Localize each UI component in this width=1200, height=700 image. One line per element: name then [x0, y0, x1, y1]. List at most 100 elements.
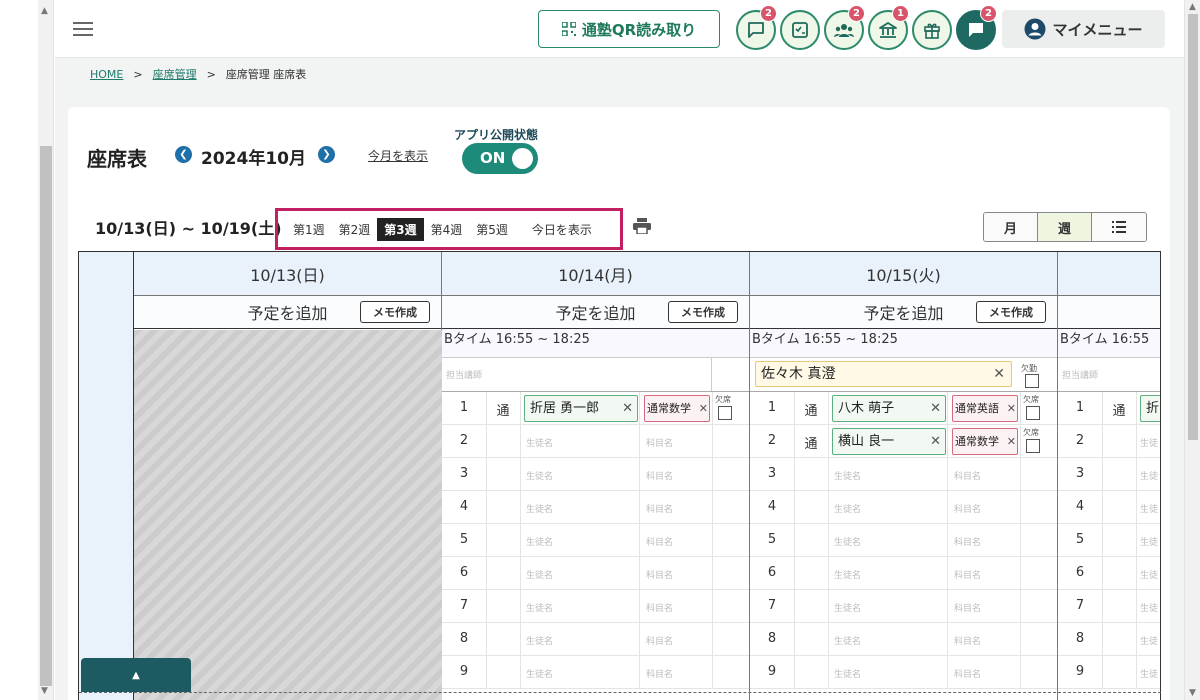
week-tab-1[interactable]: 第1週 [286, 218, 332, 241]
student-placeholder[interactable]: 生徒名 [526, 568, 553, 581]
student-placeholder[interactable]: 生徒 [1140, 502, 1158, 515]
show-this-month-link[interactable]: 今月を表示 [368, 147, 428, 164]
next-month-chevron-icon[interactable]: ❯ [318, 146, 335, 163]
student-chip[interactable]: 横山 良一 ✕ [832, 428, 946, 455]
add-schedule-button[interactable] [1058, 296, 1160, 329]
create-memo-button[interactable]: メモ作成 [976, 301, 1046, 323]
app-public-toggle[interactable]: ON [462, 143, 538, 174]
checklist-button[interactable] [780, 10, 820, 50]
subject-placeholder[interactable]: 科目名 [954, 469, 981, 482]
gift-button[interactable] [912, 10, 952, 50]
student-placeholder[interactable]: 生徒 [1140, 436, 1158, 449]
student-placeholder[interactable]: 生徒名 [834, 568, 861, 581]
create-memo-button[interactable]: メモ作成 [668, 301, 738, 323]
prev-month-chevron-icon[interactable]: ❮ [175, 146, 192, 163]
week-tab-3[interactable]: 第3週 [377, 217, 424, 241]
absent-checkbox[interactable] [718, 406, 732, 420]
bank-button[interactable]: 1 [868, 5, 909, 50]
student-placeholder[interactable]: 生徒名 [834, 469, 861, 482]
scroll-down-arrow-icon[interactable]: ▼ [41, 686, 48, 696]
remove-subject-icon[interactable]: ✕ [1006, 429, 1016, 454]
student-placeholder[interactable]: 生徒名 [526, 436, 553, 449]
left-scrollbar-thumb[interactable] [40, 146, 52, 686]
subject-placeholder[interactable]: 科目名 [646, 535, 673, 548]
subject-placeholder[interactable]: 科目名 [646, 436, 673, 449]
subject-placeholder[interactable]: 科目名 [954, 667, 981, 680]
remove-student-icon[interactable]: ✕ [930, 429, 941, 454]
print-icon[interactable] [633, 218, 651, 238]
student-placeholder[interactable]: 生徒 [1140, 568, 1158, 581]
qr-scan-button[interactable]: 通塾QR読み取り [538, 10, 720, 48]
student-placeholder[interactable]: 生徒 [1140, 601, 1158, 614]
breadcrumb-seat-admin-link[interactable]: 座席管理 [153, 66, 197, 82]
teacher-chip[interactable]: 佐々木 真澄 ✕ [755, 361, 1012, 387]
scroll-up-arrow-icon[interactable]: ▲ [41, 6, 48, 16]
student-placeholder[interactable]: 生徒名 [526, 634, 553, 647]
view-week-button[interactable]: 週 [1038, 213, 1092, 241]
student-chip[interactable]: 折 [1140, 395, 1160, 422]
subject-placeholder[interactable]: 科目名 [646, 469, 673, 482]
student-chip[interactable]: 折居 勇一郎 ✕ [524, 395, 638, 422]
student-placeholder[interactable]: 生徒名 [834, 502, 861, 515]
create-memo-button[interactable]: メモ作成 [360, 301, 430, 323]
message-button[interactable]: 2 [736, 5, 777, 50]
student-placeholder[interactable]: 生徒名 [526, 667, 553, 680]
hamburger-menu-icon[interactable] [73, 18, 97, 40]
add-schedule-button[interactable]: 予定を追加 メモ作成 [750, 296, 1057, 329]
week-tab-4[interactable]: 第4週 [424, 218, 470, 241]
student-placeholder[interactable]: 生徒 [1140, 667, 1158, 680]
right-scrollbar-thumb[interactable] [1188, 14, 1198, 440]
teacher-row[interactable]: 担当講師 [442, 358, 749, 392]
my-menu-button[interactable]: マイメニュー [1002, 10, 1165, 48]
remove-subject-icon[interactable]: ✕ [1006, 396, 1016, 421]
week-tab-5[interactable]: 第5週 [469, 218, 515, 241]
student-placeholder[interactable]: 生徒名 [526, 469, 553, 482]
student-placeholder[interactable]: 生徒名 [834, 535, 861, 548]
subject-placeholder[interactable]: 科目名 [646, 502, 673, 515]
view-list-button[interactable] [1092, 213, 1146, 241]
student-placeholder[interactable]: 生徒名 [526, 601, 553, 614]
student-placeholder[interactable]: 生徒名 [834, 601, 861, 614]
subject-chip[interactable]: 通常数学 ✕ [644, 395, 710, 422]
subject-placeholder[interactable]: 科目名 [954, 601, 981, 614]
subject-placeholder[interactable]: 科目名 [646, 568, 673, 581]
left-scrollbar[interactable]: ▲ ▼ [38, 0, 54, 700]
student-placeholder[interactable]: 生徒 [1140, 634, 1158, 647]
week-tab-2[interactable]: 第2週 [332, 218, 378, 241]
subject-placeholder[interactable]: 科目名 [954, 568, 981, 581]
scroll-up-arrow-icon[interactable]: ▲ [1189, 2, 1196, 12]
subject-placeholder[interactable]: 科目名 [954, 634, 981, 647]
student-placeholder[interactable]: 生徒名 [834, 667, 861, 680]
subject-chip[interactable]: 通常数学 ✕ [952, 428, 1018, 455]
right-scrollbar[interactable]: ▲ ▼ [1184, 0, 1200, 700]
add-schedule-button[interactable]: 予定を追加 メモ作成 [134, 296, 441, 329]
remove-student-icon[interactable]: ✕ [930, 396, 941, 421]
student-chip[interactable]: 八木 萌子 ✕ [832, 395, 946, 422]
absent-checkbox[interactable] [1026, 406, 1040, 420]
add-schedule-button[interactable]: 予定を追加 メモ作成 [442, 296, 749, 329]
view-month-button[interactable]: 月 [984, 213, 1038, 241]
remove-teacher-icon[interactable]: ✕ [993, 362, 1005, 386]
teacher-row[interactable]: 担当講師 [1058, 358, 1160, 392]
subject-chip[interactable]: 通常英語 ✕ [952, 395, 1018, 422]
student-placeholder[interactable]: 生徒名 [834, 634, 861, 647]
show-today-link[interactable]: 今日を表示 [525, 218, 599, 241]
student-placeholder[interactable]: 生徒 [1140, 535, 1158, 548]
group-button[interactable]: 2 [824, 5, 865, 50]
teacher-absent-checkbox[interactable] [1025, 374, 1039, 388]
subject-placeholder[interactable]: 科目名 [954, 502, 981, 515]
student-placeholder[interactable]: 生徒 [1140, 469, 1158, 482]
chat-button[interactable]: 2 [956, 5, 997, 50]
collapse-panel-button[interactable]: ▲ [81, 658, 191, 692]
remove-subject-icon[interactable]: ✕ [698, 396, 708, 421]
subject-placeholder[interactable]: 科目名 [954, 535, 981, 548]
subject-placeholder[interactable]: 科目名 [646, 601, 673, 614]
student-placeholder[interactable]: 生徒名 [526, 535, 553, 548]
subject-placeholder[interactable]: 科目名 [646, 667, 673, 680]
breadcrumb-home-link[interactable]: HOME [90, 68, 123, 81]
absent-checkbox[interactable] [1026, 439, 1040, 453]
scroll-down-arrow-icon[interactable]: ▼ [1189, 688, 1196, 698]
remove-student-icon[interactable]: ✕ [622, 396, 633, 421]
subject-placeholder[interactable]: 科目名 [646, 634, 673, 647]
student-placeholder[interactable]: 生徒名 [526, 502, 553, 515]
